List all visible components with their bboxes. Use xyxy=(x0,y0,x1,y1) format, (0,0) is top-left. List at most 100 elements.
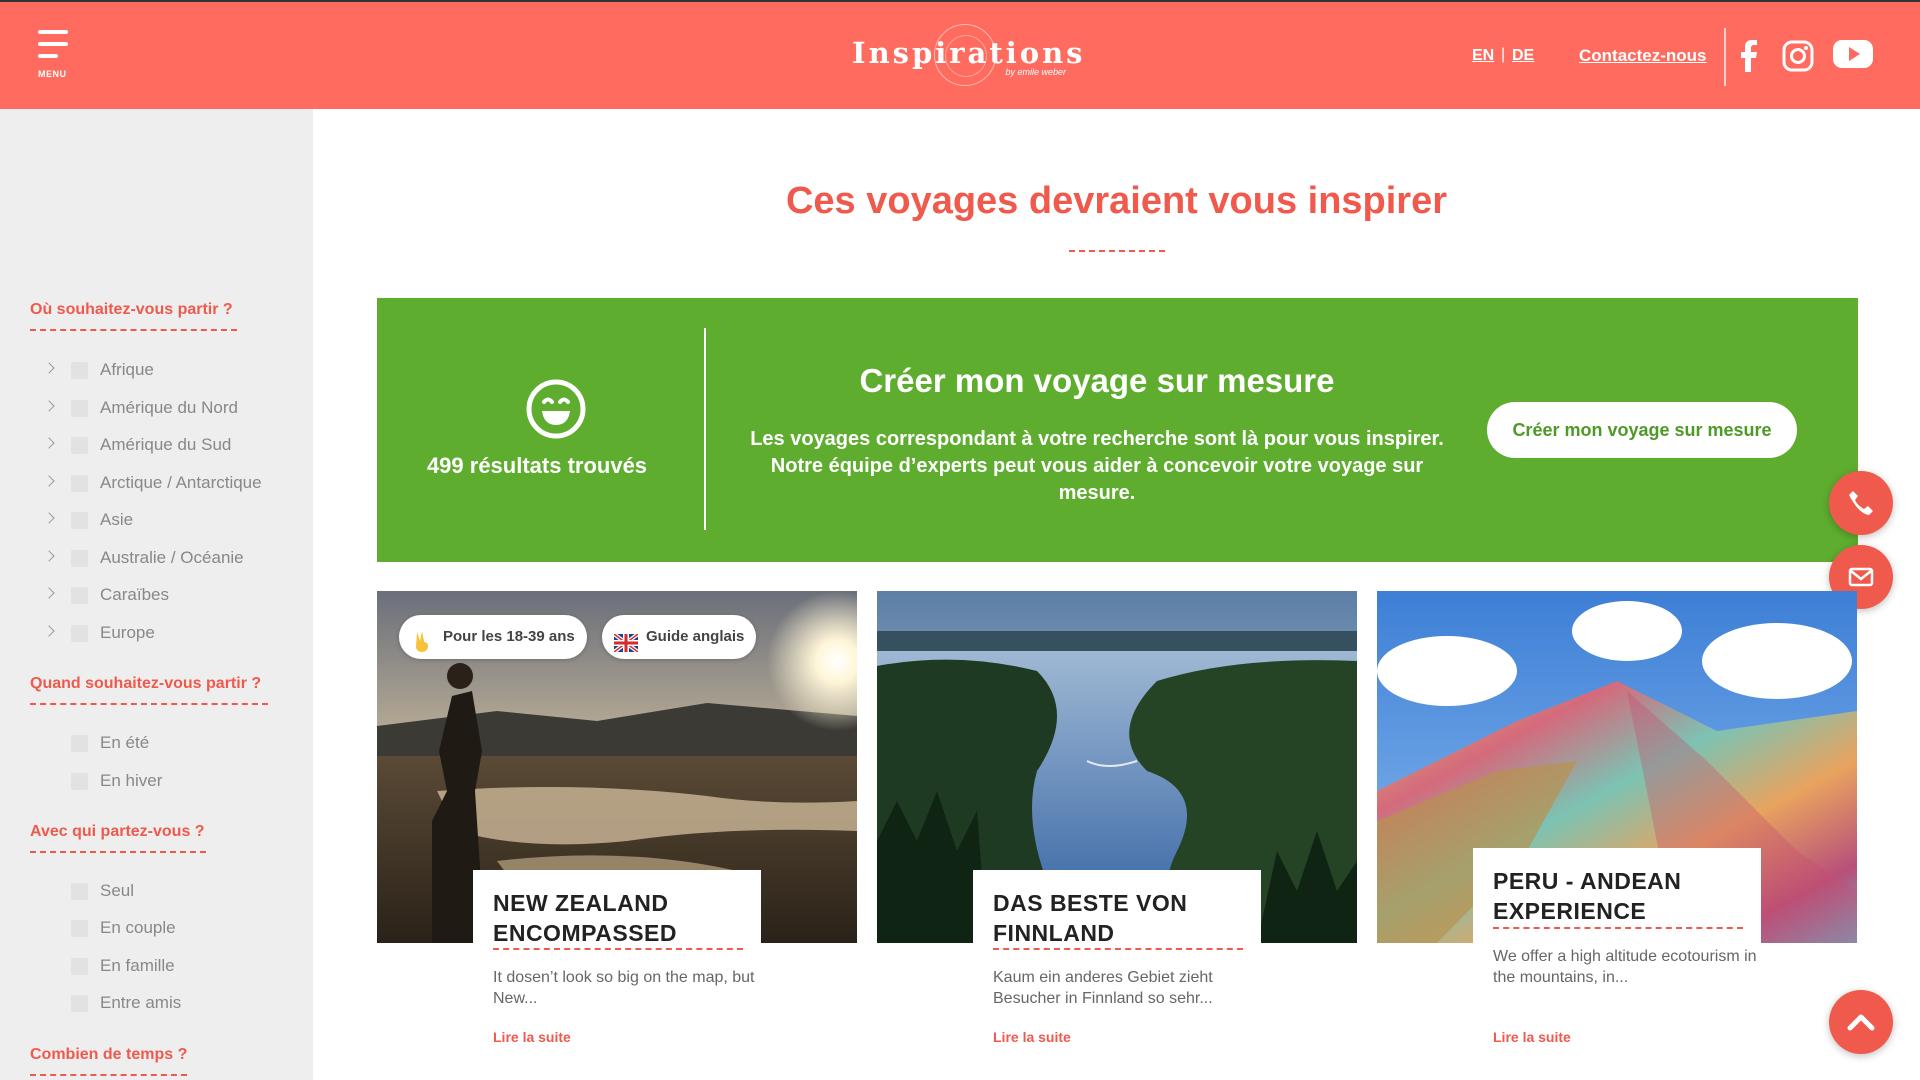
filter-item-famille[interactable]: En famille xyxy=(42,956,302,978)
youtube-icon[interactable] xyxy=(1832,38,1874,75)
card-title-line2: ENCOMPASSED xyxy=(493,920,677,946)
card-title-line1: NEW ZEALAND xyxy=(493,890,669,916)
card-title-line1: PERU - ANDEAN xyxy=(1493,868,1682,894)
filter-label: Europe xyxy=(100,623,155,642)
facebook-icon[interactable] xyxy=(1738,40,1758,77)
chevron-right-icon[interactable] xyxy=(43,512,55,524)
trip-card-finland[interactable]: DAS BESTE VON FINNLAND Kaum ein anderes … xyxy=(877,591,1357,1080)
phone-icon xyxy=(1849,491,1873,515)
card-description: Kaum ein anderes Gebiet zieht Besucher i… xyxy=(993,969,1213,1007)
menu-button[interactable]: MENU xyxy=(34,26,74,86)
card-title-underline xyxy=(1493,927,1743,929)
filter-label: En famille xyxy=(100,956,175,975)
card-description: We offer a high altitude ecotourism in t… xyxy=(1493,948,1757,986)
tag-label: Guide anglais xyxy=(646,628,745,645)
checkbox[interactable] xyxy=(71,362,88,379)
trip-card-peru[interactable]: PERU - ANDEAN EXPERIENCE We offer a high… xyxy=(1377,591,1857,1080)
filter-label: Amérique du Sud xyxy=(100,435,232,454)
banner-divider xyxy=(704,328,706,530)
create-trip-button[interactable]: Créer mon voyage sur mesure xyxy=(1487,402,1797,458)
menu-label: MENU xyxy=(38,69,67,79)
lang-de-link[interactable]: DE xyxy=(1512,47,1534,65)
phone-button[interactable] xyxy=(1829,471,1893,535)
filter-item-arctique[interactable]: Arctique / Antarctique xyxy=(42,473,302,495)
filter-underline xyxy=(30,703,268,705)
chevron-right-icon[interactable] xyxy=(43,625,55,637)
filter-label: En été xyxy=(100,733,150,752)
filter-label: En hiver xyxy=(100,771,163,790)
checkbox[interactable] xyxy=(71,995,88,1012)
filter-item-couple[interactable]: En couple xyxy=(42,918,302,940)
checkbox[interactable] xyxy=(71,475,88,492)
chevron-right-icon[interactable] xyxy=(43,475,55,487)
filter-item-amerique-du-sud[interactable]: Amérique du Sud xyxy=(42,435,302,457)
read-more-link[interactable]: Lire la suite xyxy=(993,1029,1071,1045)
filter-label: Caraïbes xyxy=(100,585,169,604)
mail-icon xyxy=(1848,567,1874,587)
tag-label: Pour les 18-39 ans xyxy=(443,628,575,645)
custom-trip-banner: 499 résultats trouvés Créer mon voyage s… xyxy=(377,298,1858,562)
title-underline xyxy=(1069,250,1165,252)
filter-label: Amérique du Nord xyxy=(100,398,238,417)
lang-en-link[interactable]: EN xyxy=(1472,47,1494,65)
filter-underline xyxy=(30,851,206,853)
card-title-underline xyxy=(993,948,1243,950)
checkbox[interactable] xyxy=(71,735,88,752)
card-description: It dosen’t look so big on the map, but N… xyxy=(493,969,755,1007)
filter-item-amis[interactable]: Entre amis xyxy=(42,993,302,1015)
tag-age-group[interactable]: Pour les 18-39 ans xyxy=(399,615,587,659)
chevron-right-icon[interactable] xyxy=(43,400,55,412)
checkbox[interactable] xyxy=(71,437,88,454)
checkbox[interactable] xyxy=(71,958,88,975)
filter-title-when: Quand souhaitez-vous partir ? xyxy=(30,675,262,692)
filter-item-amerique-du-nord[interactable]: Amérique du Nord xyxy=(42,398,302,420)
read-more-link[interactable]: Lire la suite xyxy=(493,1029,571,1045)
chevron-right-icon[interactable] xyxy=(43,362,55,374)
victory-hand-icon xyxy=(411,626,433,670)
checkbox[interactable] xyxy=(71,883,88,900)
logo[interactable]: Inspirations by emile weber xyxy=(852,24,1086,90)
trip-card-new-zealand[interactable]: Pour les 18-39 ans Guide anglais NEW ZEA… xyxy=(377,591,857,1080)
chevron-right-icon[interactable] xyxy=(43,550,55,562)
read-more-link[interactable]: Lire la suite xyxy=(1493,1029,1571,1045)
filter-item-asie[interactable]: Asie xyxy=(42,510,302,532)
logo-text: Inspirations xyxy=(852,36,1086,70)
checkbox[interactable] xyxy=(71,400,88,417)
filter-item-seul[interactable]: Seul xyxy=(42,881,302,903)
instagram-icon[interactable] xyxy=(1782,40,1814,77)
filter-item-caraibes[interactable]: Caraïbes xyxy=(42,585,302,607)
filter-item-australie[interactable]: Australie / Océanie xyxy=(42,548,302,570)
tag-english-guide[interactable]: Guide anglais xyxy=(602,615,757,659)
filter-label: Australie / Océanie xyxy=(100,548,244,567)
banner-title: Créer mon voyage sur mesure xyxy=(859,362,1335,399)
header-divider xyxy=(1724,28,1726,86)
chevron-right-icon[interactable] xyxy=(43,437,55,449)
lang-separator: | xyxy=(1501,46,1506,63)
menu-icon-bar xyxy=(38,42,68,46)
chevron-right-icon[interactable] xyxy=(43,587,55,599)
checkbox[interactable] xyxy=(71,550,88,567)
contact-link[interactable]: Contactez-nous xyxy=(1579,46,1707,66)
checkbox[interactable] xyxy=(71,625,88,642)
checkbox[interactable] xyxy=(71,920,88,937)
filter-label: En couple xyxy=(100,918,176,937)
page-title: Ces voyages devraient vous inspirer xyxy=(785,180,1448,222)
filter-title-destination: Où souhaitez-vous partir ? xyxy=(30,301,233,318)
results-count: 499 résultats trouvés xyxy=(426,453,648,478)
banner-text: Les voyages correspondant à votre recher… xyxy=(750,428,1444,504)
filter-underline xyxy=(30,329,237,331)
filter-item-afrique[interactable]: Afrique xyxy=(42,360,302,382)
filter-item-ete[interactable]: En été xyxy=(42,733,302,755)
smiley-icon xyxy=(525,378,587,445)
filter-title-who: Avec qui partez-vous ? xyxy=(30,823,205,840)
filter-underline xyxy=(30,1074,187,1076)
checkbox[interactable] xyxy=(71,512,88,529)
filter-label: Arctique / Antarctique xyxy=(100,473,262,492)
filter-label: Afrique xyxy=(100,360,154,379)
filter-title-duration: Combien de temps ? xyxy=(30,1046,188,1063)
logo-subtitle: by emile weber xyxy=(1005,67,1066,77)
checkbox[interactable] xyxy=(71,773,88,790)
filter-item-hiver[interactable]: En hiver xyxy=(42,771,302,793)
checkbox[interactable] xyxy=(71,587,88,604)
filter-item-europe[interactable]: Europe xyxy=(42,623,302,645)
